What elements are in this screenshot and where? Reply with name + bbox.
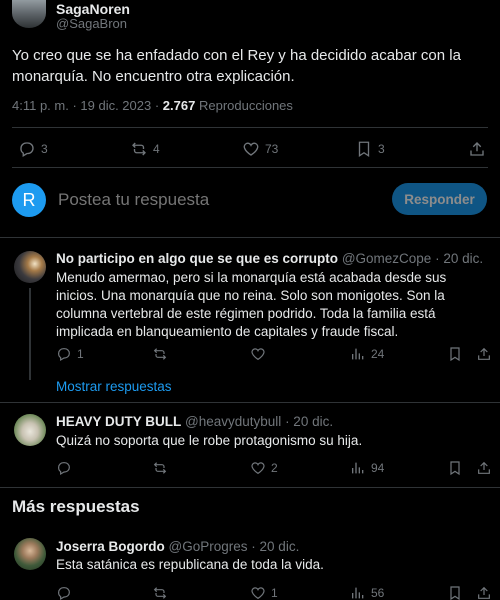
reply-date[interactable]: · 20 dic. [285, 414, 333, 429]
main-bookmark-button[interactable]: 3 [355, 139, 385, 159]
share-icon [476, 346, 492, 362]
repost-icon [152, 346, 168, 362]
reply-reply-button[interactable] [56, 583, 77, 600]
views-icon [350, 585, 366, 600]
main-tweet-views-count: 2.767 [162, 98, 196, 113]
reply-icon [56, 585, 72, 600]
reply-share-button[interactable] [476, 344, 492, 364]
heart-icon [250, 346, 266, 362]
reply-icon [18, 140, 36, 158]
reply-actions: 2 94 [0, 458, 500, 482]
repost-icon [152, 585, 168, 600]
views-icon [350, 460, 366, 476]
divider [0, 402, 500, 403]
reply-input[interactable] [58, 186, 378, 214]
divider [0, 487, 500, 488]
reply-share-button[interactable] [476, 458, 492, 478]
show-replies-link[interactable]: Mostrar respuestas [56, 379, 172, 394]
heart-icon [250, 460, 266, 476]
bookmark-icon [447, 346, 463, 362]
reply-repost-button[interactable] [152, 583, 173, 600]
share-icon [468, 140, 486, 158]
bookmark-icon [447, 460, 463, 476]
reply-author-handle[interactable]: @heavydutybull [185, 414, 281, 429]
share-icon [476, 460, 492, 476]
reply-views-button[interactable]: 24 [350, 344, 384, 364]
reply-like-button[interactable] [250, 344, 271, 364]
main-author-handle[interactable]: @SagaBron [56, 16, 127, 31]
heart-icon [242, 140, 260, 158]
divider [0, 237, 500, 238]
composer-avatar[interactable]: R [12, 183, 46, 217]
reply-reply-button[interactable] [56, 458, 77, 478]
bookmark-icon [355, 140, 373, 158]
main-tweet-views-label: Reproducciones [198, 98, 293, 113]
reply-author-name[interactable]: No participo en algo que se que es corru… [56, 251, 338, 266]
reply-date[interactable]: · 20 dic. [251, 539, 299, 554]
reply-reply-button[interactable]: 1 [56, 344, 84, 364]
reply-avatar[interactable] [14, 251, 46, 283]
divider [12, 127, 488, 128]
main-tweet-meta: 4:11 p. m. · 19 dic. 2023 · 2.767 Reprod… [12, 98, 293, 113]
reply-views-button[interactable]: 56 [350, 583, 384, 600]
reply-header: Joserra Bogordo @GoProgres · 20 dic. [56, 539, 492, 554]
reply-views-button[interactable]: 94 [350, 458, 384, 478]
reply-bookmark-button[interactable] [447, 344, 463, 364]
reply-header: No participo en algo que se que es corru… [56, 251, 492, 266]
reply-icon [56, 346, 72, 362]
reply-actions: 1 24 [0, 344, 500, 368]
main-tweet-actions: 3 4 73 3 [0, 139, 500, 163]
reply-text: Quizá no soporta que le robe protagonism… [56, 433, 363, 448]
reply-author-name[interactable]: Joserra Bogordo [56, 539, 165, 554]
reply-bookmark-button[interactable] [447, 458, 463, 478]
reply-avatar[interactable] [14, 414, 46, 446]
reply-author-name[interactable]: HEAVY DUTY BULL [56, 414, 181, 429]
reply-like-button[interactable]: 2 [250, 458, 278, 478]
main-reply-button[interactable]: 3 [18, 139, 48, 159]
main-share-button[interactable] [468, 139, 486, 159]
reply-like-button[interactable]: 1 [250, 583, 278, 600]
more-replies-heading: Más respuestas [12, 497, 140, 516]
main-tweet-text: Yo creo que se ha enfadado con el Rey y … [12, 47, 461, 85]
reply-button[interactable]: Responder [392, 183, 487, 215]
main-author-name[interactable]: SagaNoren [56, 1, 130, 17]
reply-repost-button[interactable] [152, 344, 173, 364]
repost-icon [130, 140, 148, 158]
reply-author-handle[interactable]: @GomezCope [342, 251, 432, 266]
share-icon [476, 585, 492, 600]
heart-icon [250, 585, 266, 600]
bookmark-icon [447, 585, 463, 600]
reply-text: Menudo amermao, pero si la monarquía est… [56, 270, 447, 339]
reply-share-button[interactable] [476, 583, 492, 600]
repost-icon [152, 460, 168, 476]
reply-avatar[interactable] [14, 538, 46, 570]
reply-author-handle[interactable]: @GoProgres [169, 539, 248, 554]
reply-date[interactable]: · 20 dic. [435, 251, 483, 266]
main-author-avatar[interactable] [12, 0, 46, 28]
main-repost-button[interactable]: 4 [130, 139, 160, 159]
reply-icon [56, 460, 72, 476]
main-tweet-time[interactable]: 4:11 p. m. · 19 dic. 2023 · [12, 98, 159, 113]
divider [12, 167, 488, 168]
reply-actions: 1 56 [0, 583, 500, 600]
reply-header: HEAVY DUTY BULL @heavydutybull · 20 dic. [56, 414, 492, 429]
reply-repost-button[interactable] [152, 458, 173, 478]
reply-bookmark-button[interactable] [447, 583, 463, 600]
views-icon [350, 346, 366, 362]
reply-text: Esta satánica es republicana de toda la … [56, 557, 324, 572]
main-like-button[interactable]: 73 [242, 139, 278, 159]
